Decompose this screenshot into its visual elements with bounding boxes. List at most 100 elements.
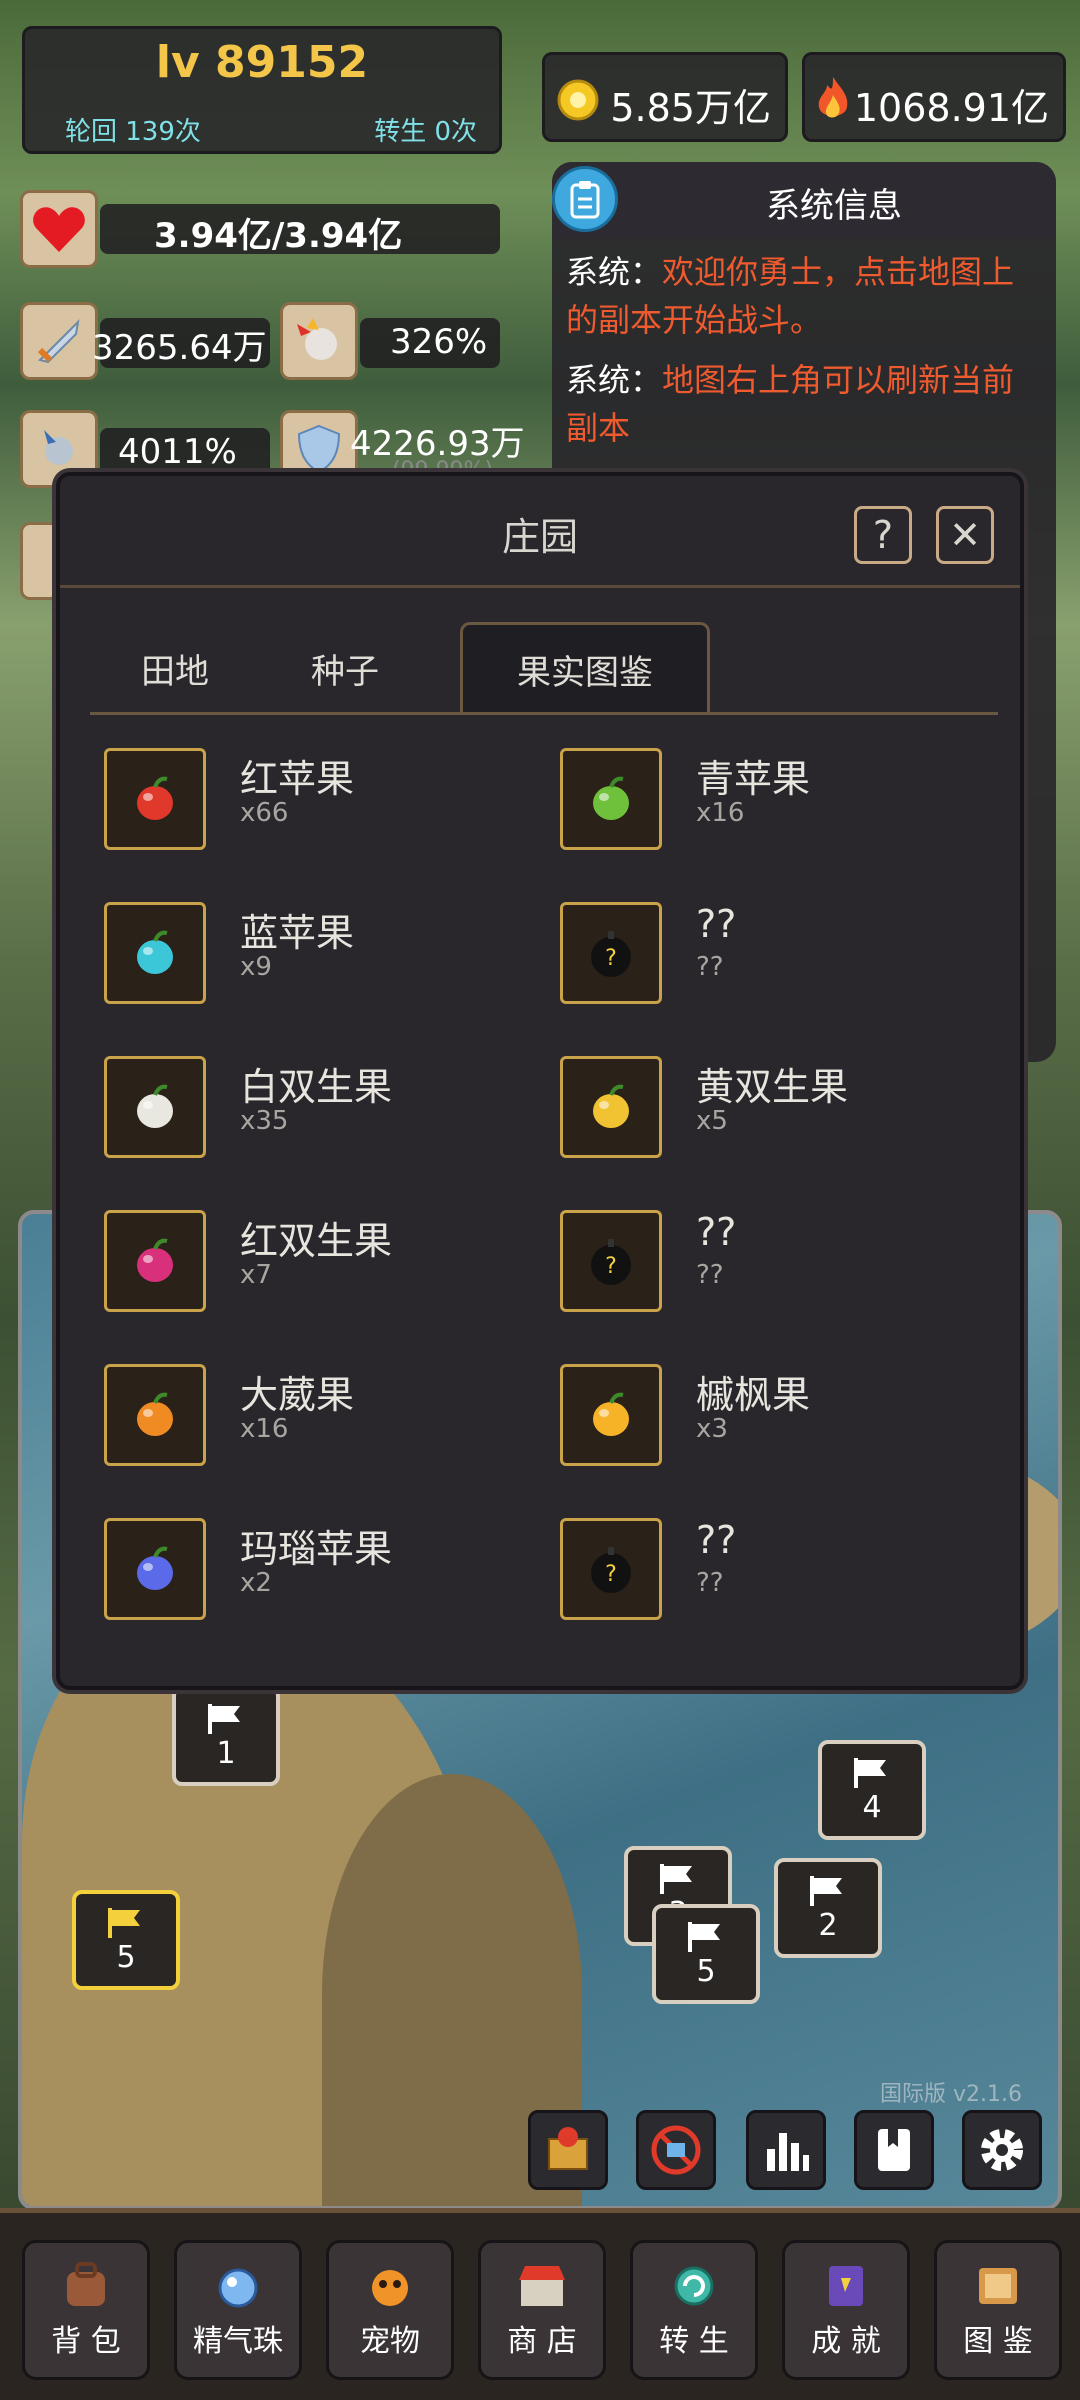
stats-chart-icon[interactable] (746, 2110, 826, 2190)
fruit-count: ?? (696, 1260, 724, 1290)
dungeon-flag[interactable]: 5 (652, 1904, 760, 2004)
sword-icon (20, 302, 98, 380)
svg-text:?: ? (605, 946, 617, 971)
nav-backpack[interactable]: 背 包 (22, 2240, 150, 2380)
coin-icon (557, 79, 599, 121)
svg-text:?: ? (605, 1562, 617, 1587)
fruit-icon (560, 1364, 662, 1466)
tab-divider (90, 712, 998, 715)
fruit-item[interactable]: 白双生果 x35 (104, 1056, 544, 1176)
no-ads-icon[interactable] (636, 2110, 716, 2190)
message-sender: 系统： (566, 253, 663, 291)
fruit-item[interactable]: 大葳果 x16 (104, 1364, 544, 1484)
unknown-fruit-icon: ? (560, 902, 662, 1004)
fruit-count: x5 (696, 1106, 728, 1136)
flag-icon (810, 1875, 842, 1906)
crit-damage-bar: 4011% (100, 428, 270, 478)
flag-icon (688, 1921, 720, 1952)
close-button[interactable]: ✕ (936, 506, 994, 564)
fruit-name: 蓝苹果 (240, 911, 355, 955)
pet-icon (372, 2270, 408, 2306)
nav-shop[interactable]: 商 店 (478, 2240, 606, 2380)
fruit-item[interactable]: 蓝苹果 x9 (104, 902, 544, 1022)
system-message: 系统：欢迎你勇士，点击地图上的副本开始战斗。 (566, 248, 1046, 344)
coin-display: 5.85万亿 (542, 52, 788, 142)
flag-number: 5 (116, 1939, 136, 1975)
unknown-fruit-icon: ? (560, 1210, 662, 1312)
system-info-title: 系统信息 (766, 186, 902, 226)
nav-rebirth[interactable]: 转 生 (630, 2240, 758, 2380)
fruit-item[interactable]: 红双生果 x7 (104, 1210, 544, 1330)
system-message: 系统：地图右上角可以刷新当前副本 (566, 356, 1046, 452)
fruit-item[interactable]: 红苹果 x66 (104, 748, 544, 868)
fruit-item[interactable]: 黄双生果 x5 (560, 1056, 1000, 1176)
settings-gear-icon[interactable] (962, 2110, 1042, 2190)
svg-text:?: ? (605, 1254, 617, 1279)
player-level: lv 89152 (155, 37, 369, 88)
fruit-name: 红苹果 (240, 757, 355, 801)
dungeon-flag[interactable]: 1 (172, 1686, 280, 1786)
fruit-name: ?? (696, 902, 737, 946)
version-label: 国际版 v2.1.6 (880, 2082, 1022, 2107)
fruit-icon (104, 1056, 206, 1158)
fruit-item[interactable]: ????? (560, 1210, 1000, 1330)
crit-bar: 326% (360, 318, 500, 368)
tab-field[interactable]: 田地 (100, 622, 250, 714)
fist-icon (280, 302, 358, 380)
nav-label: 精气珠 (193, 2324, 283, 2359)
fruit-name: 青苹果 (696, 757, 811, 801)
nav-codex[interactable]: 图 鉴 (934, 2240, 1062, 2380)
flag-icon (108, 1907, 140, 1938)
flag-icon (660, 1863, 692, 1894)
dungeon-flag[interactable]: 2 (774, 1858, 882, 1958)
fruit-icon (104, 1364, 206, 1466)
level-panel: lv 89152 轮回 139次 转生 0次 (22, 26, 502, 154)
flag-number: 4 (862, 1789, 882, 1825)
fruit-item[interactable]: 槭枫果 x3 (560, 1364, 1000, 1484)
power-display: 1068.91亿 (802, 52, 1066, 142)
fruit-name: 黄双生果 (696, 1065, 849, 1109)
flag-number: 5 (696, 1953, 716, 1989)
fruit-item[interactable]: ????? (560, 902, 1000, 1022)
flag-number: 1 (216, 1735, 236, 1771)
nav-pet[interactable]: 宠物 (326, 2240, 454, 2380)
fruit-icon (560, 1056, 662, 1158)
hp-value: 3.94亿/3.94亿 (154, 216, 403, 256)
fruit-count: x16 (240, 1414, 289, 1444)
message-sender: 系统： (566, 361, 663, 399)
bag-stat-icon (20, 522, 60, 600)
crit-damage-value: 4011% (118, 432, 237, 472)
bookmark-icon[interactable] (854, 2110, 934, 2190)
fruit-name: 玛瑙苹果 (240, 1527, 393, 1571)
help-button[interactable]: ? (854, 506, 912, 564)
guild-badge-icon[interactable] (528, 2110, 608, 2190)
fruit-item[interactable]: 玛瑙苹果 x2 (104, 1518, 544, 1638)
codex-book-icon (979, 2268, 1017, 2304)
heart-icon (20, 190, 98, 268)
dungeon-flag[interactable]: 4 (818, 1740, 926, 1840)
fruit-count: x7 (240, 1260, 272, 1290)
fruit-count: ?? (696, 1568, 724, 1598)
fruit-name: 大葳果 (240, 1373, 355, 1417)
nav-label: 成 就 (811, 2324, 881, 2359)
fruit-count: x35 (240, 1106, 289, 1136)
fruit-icon (104, 902, 206, 1004)
nav-spirit-orb[interactable]: 精气珠 (174, 2240, 302, 2380)
tab-fruit-codex[interactable]: 果实图鉴 (460, 622, 710, 714)
fruit-item[interactable]: ????? (560, 1518, 1000, 1638)
fruit-count: x16 (696, 798, 745, 828)
nav-label: 图 鉴 (963, 2324, 1033, 2359)
nav-achievement[interactable]: 成 就 (782, 2240, 910, 2380)
fruit-count: x9 (240, 952, 272, 982)
dungeon-flag-selected[interactable]: 5 (72, 1890, 180, 1990)
shop-icon (519, 2266, 565, 2306)
achievement-book-icon (829, 2266, 863, 2306)
fruit-item[interactable]: 青苹果 x16 (560, 748, 1000, 868)
coin-amount: 5.85万亿 (610, 86, 771, 130)
tab-seeds[interactable]: 种子 (270, 622, 420, 714)
fruit-name: ?? (696, 1210, 737, 1254)
fire-icon (818, 77, 848, 118)
fruit-icon (104, 1518, 206, 1620)
attack-value: 3265.64万 (92, 328, 267, 368)
fruit-count: x66 (240, 798, 289, 828)
